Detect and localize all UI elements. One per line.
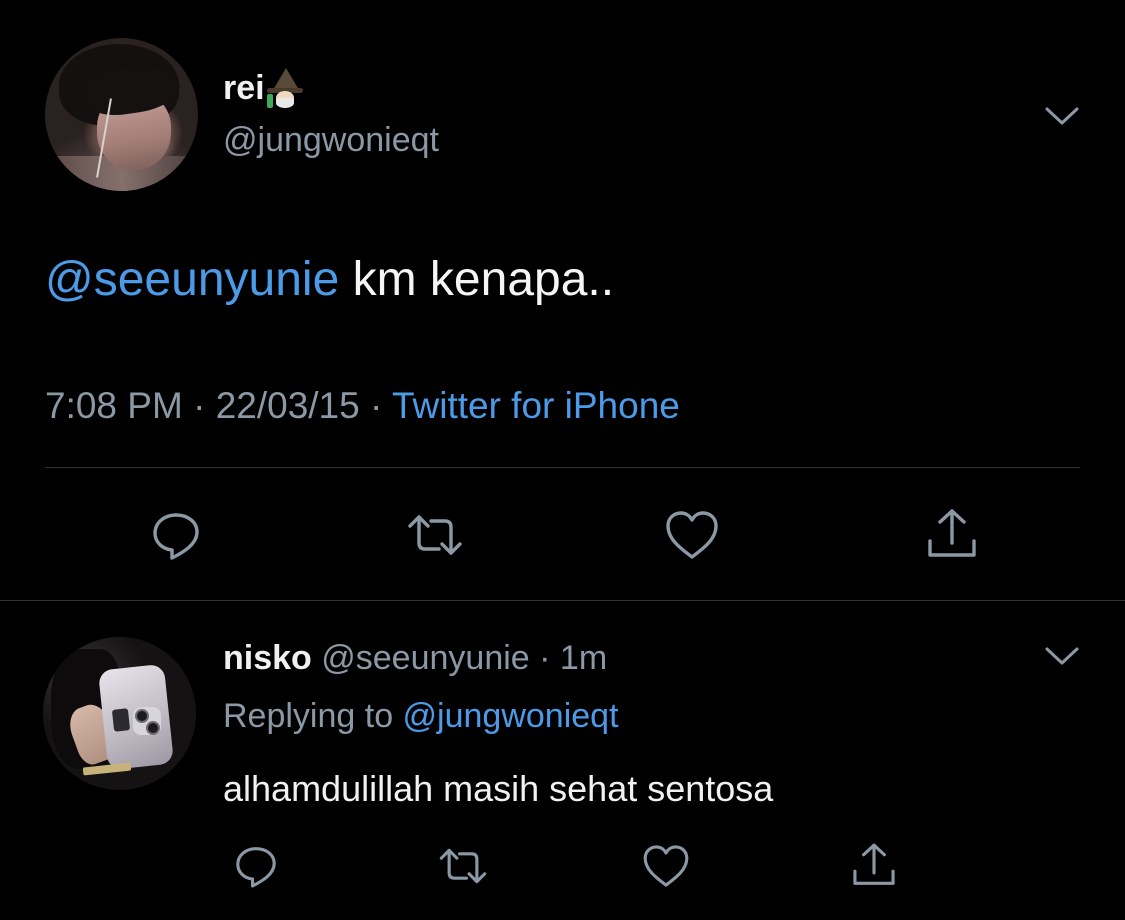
retweet-icon[interactable]	[405, 505, 465, 565]
like-icon[interactable]	[662, 505, 722, 565]
reply-age: 1m	[559, 639, 608, 677]
tweet-text: @seeunyunie km kenapa..	[45, 250, 614, 310]
share-icon[interactable]	[848, 840, 900, 892]
chevron-down-icon[interactable]	[1042, 636, 1082, 676]
tweet-meta: 7:08 PM · 22/03/15 · Twitter for iPhone	[45, 382, 680, 430]
like-icon[interactable]	[640, 840, 692, 892]
retweet-icon[interactable]	[437, 840, 489, 892]
meta-separator: ·	[529, 639, 560, 677]
reply-author-avatar[interactable]	[43, 637, 196, 790]
replying-prefix: Replying to	[223, 697, 403, 735]
tweet-time: 7:08 PM	[45, 385, 183, 426]
reply-icon[interactable]	[230, 840, 282, 892]
reply-author-handle[interactable]: @seeunyunie	[312, 639, 529, 677]
author-handle[interactable]: @jungwonieqt	[223, 118, 439, 162]
meta-separator: ·	[359, 385, 392, 426]
reply-header: nisko @seeunyunie · 1m	[223, 636, 607, 680]
wizard-emoji-icon	[266, 68, 303, 108]
share-icon[interactable]	[922, 505, 982, 565]
reply-icon[interactable]	[146, 505, 206, 565]
divider	[45, 467, 1080, 468]
tweet-source-link[interactable]: Twitter for iPhone	[392, 385, 680, 426]
tweet-date: 22/03/15	[215, 385, 360, 426]
author-avatar[interactable]	[45, 38, 198, 191]
author-name[interactable]: rei	[223, 66, 265, 110]
reply-text: alhamdulillah masih sehat sentosa	[223, 768, 774, 809]
tweet-body: km kenapa..	[339, 253, 615, 306]
divider	[0, 600, 1125, 601]
mention-link[interactable]: @seeunyunie	[45, 253, 339, 306]
reply-author-name[interactable]: nisko	[223, 639, 312, 677]
author-name-row[interactable]: rei	[223, 66, 303, 110]
replying-to-line: Replying to @jungwonieqt	[223, 694, 619, 738]
chevron-down-icon[interactable]	[1042, 96, 1082, 136]
meta-separator: ·	[182, 385, 216, 426]
replying-to-link[interactable]: @jungwonieqt	[403, 697, 619, 735]
